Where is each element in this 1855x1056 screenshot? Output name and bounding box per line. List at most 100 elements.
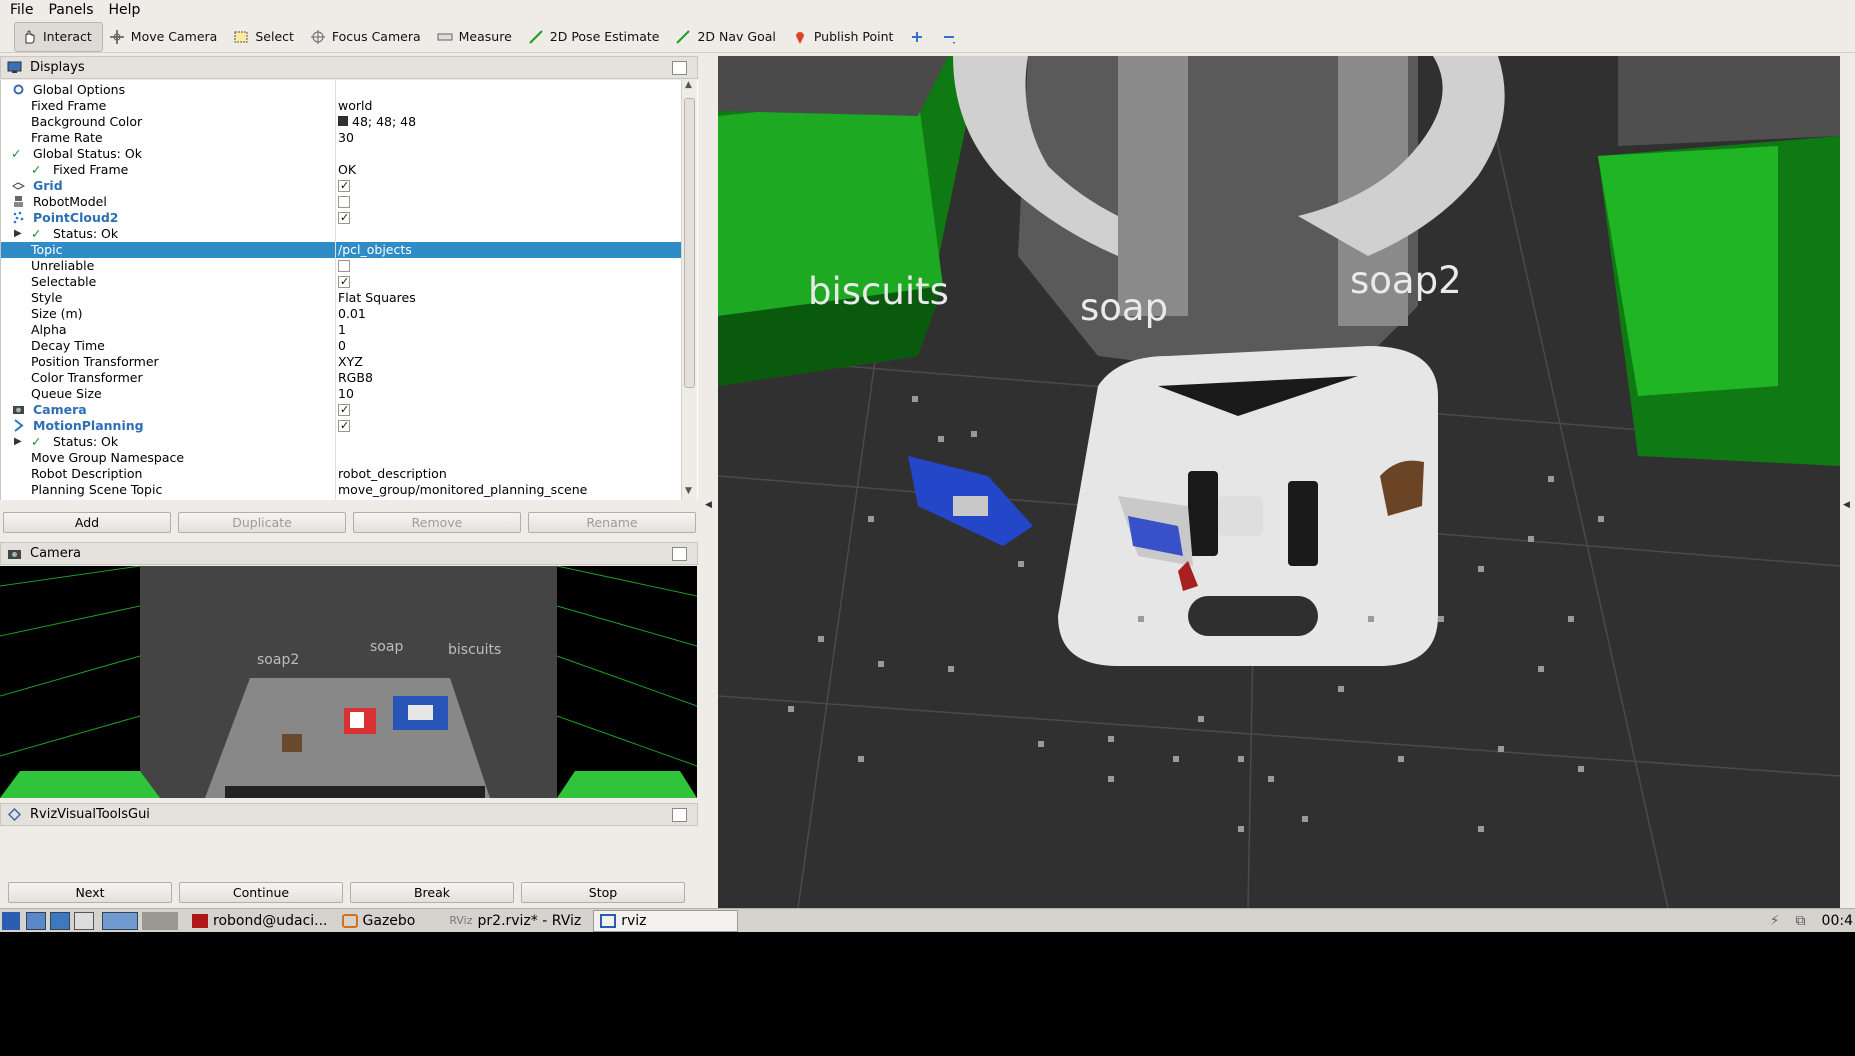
alpha-value[interactable]: 1 (338, 322, 346, 338)
background-color-value[interactable]: 48; 48; 48 (338, 114, 416, 130)
add-display-button[interactable]: Add (3, 512, 171, 533)
viewport-label-soap2: soap2 (1350, 259, 1462, 302)
position-transformer-value[interactable]: XYZ (338, 354, 363, 370)
interact-tool-button[interactable]: Interact (14, 21, 103, 52)
grid-enabled-checkbox[interactable] (338, 178, 350, 194)
tree-row-color-transformer[interactable]: Color Transformer RGB8 (1, 370, 681, 386)
decay-time-value[interactable]: 0 (338, 338, 346, 354)
pointcloud-enabled-checkbox[interactable] (338, 210, 350, 226)
displays-scrollbar[interactable]: ▲ ▼ (681, 80, 697, 500)
nav-goal-tool-button[interactable]: 2D Nav Goal (669, 22, 785, 52)
select-tool-button[interactable]: Select (227, 22, 304, 52)
topic-value[interactable]: /pcl_objects (338, 242, 412, 258)
pose-estimate-tool-button[interactable]: 2D Pose Estimate (522, 22, 670, 52)
rename-display-button[interactable]: Rename (528, 512, 696, 533)
tree-row-queue-size[interactable]: Queue Size 10 (1, 386, 681, 402)
tree-row-style[interactable]: Style Flat Squares (1, 290, 681, 306)
measure-label: Measure (458, 29, 512, 44)
tree-row-global-status[interactable]: ✓ Global Status: Ok (1, 146, 681, 162)
scrollbar-thumb[interactable] (684, 98, 695, 388)
color-transformer-value[interactable]: RGB8 (338, 370, 373, 386)
robot-icon (14, 196, 23, 207)
camera-float-button[interactable] (672, 547, 687, 561)
tree-row-motion-planning[interactable]: MotionPlanning (1, 418, 681, 434)
tree-row-frame-rate[interactable]: Frame Rate 30 (1, 130, 681, 146)
remove-tool-button[interactable] (935, 22, 967, 52)
tree-row-size[interactable]: Size (m) 0.01 (1, 306, 681, 322)
unreliable-checkbox[interactable] (338, 258, 350, 274)
camera-image-view[interactable]: soap2 soap biscuits (0, 566, 697, 798)
tree-row-unreliable[interactable]: Unreliable (1, 258, 681, 274)
rviz-visual-tools-float-button[interactable] (672, 808, 687, 822)
tree-row-fixed-frame-status[interactable]: ✓ Fixed Frame OK (1, 162, 681, 178)
publish-point-tool-button[interactable]: Publish Point (786, 22, 904, 52)
3d-scene: biscuits soap soap2 (718, 56, 1840, 908)
displays-float-button[interactable] (672, 61, 687, 75)
tree-row-pointcloud-status[interactable]: ▶ ✓ Status: Ok (1, 226, 681, 242)
robot-description-value[interactable]: robot_description (338, 466, 447, 482)
3d-render-viewport[interactable]: biscuits soap soap2 (718, 56, 1840, 908)
network-icon[interactable]: ⧉ (1796, 913, 1806, 929)
selectable-checkbox[interactable] (338, 274, 350, 290)
scroll-down-icon[interactable]: ▼ (685, 486, 692, 496)
start-menu-icon[interactable] (2, 911, 20, 930)
tree-row-alpha[interactable]: Alpha 1 (1, 322, 681, 338)
power-icon[interactable]: ⚡ (1770, 913, 1780, 929)
fixed-frame-value[interactable]: world (338, 98, 372, 114)
right-dock-splitter[interactable]: ◀ (1840, 56, 1855, 908)
terminal-icon[interactable] (74, 911, 94, 930)
left-dock-splitter[interactable]: ◀ (700, 56, 718, 908)
next-button[interactable]: Next (8, 882, 172, 903)
focus-camera-tool-button[interactable]: Focus Camera (304, 22, 431, 52)
style-value[interactable]: Flat Squares (338, 290, 416, 306)
planning-scene-topic-value[interactable]: move_group/monitored_planning_scene (338, 482, 587, 498)
clock[interactable]: 00:4 (1822, 913, 1853, 929)
queue-size-value[interactable]: 10 (338, 386, 354, 402)
tree-row-position-transformer[interactable]: Position Transformer XYZ (1, 354, 681, 370)
stop-button[interactable]: Stop (521, 882, 685, 903)
camera-enabled-checkbox[interactable] (338, 402, 350, 418)
task-rviz[interactable]: rviz (593, 909, 739, 932)
tree-row-motion-planning-status[interactable]: ▶ ✓ Status: Ok (1, 434, 681, 450)
tree-row-planning-scene-topic[interactable]: Planning Scene Topic move_group/monitore… (1, 482, 681, 498)
tree-row-grid[interactable]: Grid (1, 178, 681, 194)
task-gazebo[interactable]: Gazebo (336, 910, 424, 932)
frame-rate-value[interactable]: 30 (338, 130, 354, 146)
file-manager-icon[interactable] (26, 911, 46, 930)
tree-row-decay-time[interactable]: Decay Time 0 (1, 338, 681, 354)
task-terminal[interactable]: robond@udaci... (186, 910, 336, 932)
collapse-right-icon[interactable]: ◀ (1843, 500, 1850, 510)
rviz-launcher-icon[interactable] (102, 911, 138, 930)
remove-display-button[interactable]: Remove (353, 512, 521, 533)
tree-row-pointcloud2[interactable]: PointCloud2 (1, 210, 681, 226)
move-camera-tool-button[interactable]: Move Camera (103, 22, 228, 52)
collapse-left-icon[interactable]: ◀ (705, 500, 712, 510)
tree-row-topic[interactable]: Topic /pcl_objects (1, 242, 681, 258)
blank-launcher[interactable] (142, 911, 178, 930)
check-icon: ✓ (31, 162, 42, 177)
menu-file[interactable]: File (0, 2, 38, 18)
duplicate-display-button[interactable]: Duplicate (178, 512, 346, 533)
size-value[interactable]: 0.01 (338, 306, 366, 322)
tree-row-background-color[interactable]: Background Color 48; 48; 48 (1, 114, 681, 130)
menu-help[interactable]: Help (99, 2, 146, 18)
break-button[interactable]: Break (350, 882, 514, 903)
tree-row-robot-model[interactable]: RobotModel (1, 194, 681, 210)
tree-row-fixed-frame[interactable]: Fixed Frame world (1, 98, 681, 114)
task-rviz-config[interactable]: RViz pr2.rviz* - RViz (443, 910, 589, 932)
tree-row-camera[interactable]: Camera (1, 402, 681, 418)
tree-row-global-options[interactable]: Global Options (1, 82, 681, 98)
continue-button[interactable]: Continue (179, 882, 343, 903)
motion-planning-enabled-checkbox[interactable] (338, 418, 350, 434)
desktop-icon[interactable] (50, 911, 70, 930)
measure-tool-button[interactable]: Measure (431, 22, 522, 52)
tree-row-move-group-namespace[interactable]: Move Group Namespace (1, 450, 681, 466)
expand-arrow-icon[interactable]: ▶ (14, 434, 22, 450)
tree-row-selectable[interactable]: Selectable (1, 274, 681, 290)
expand-arrow-icon[interactable]: ▶ (14, 226, 22, 242)
menu-panels[interactable]: Panels (38, 2, 98, 18)
scroll-up-icon[interactable]: ▲ (685, 80, 692, 90)
robot-model-enabled-checkbox[interactable] (338, 194, 350, 210)
add-tool-button[interactable] (903, 22, 935, 52)
tree-row-robot-description[interactable]: Robot Description robot_description (1, 466, 681, 482)
